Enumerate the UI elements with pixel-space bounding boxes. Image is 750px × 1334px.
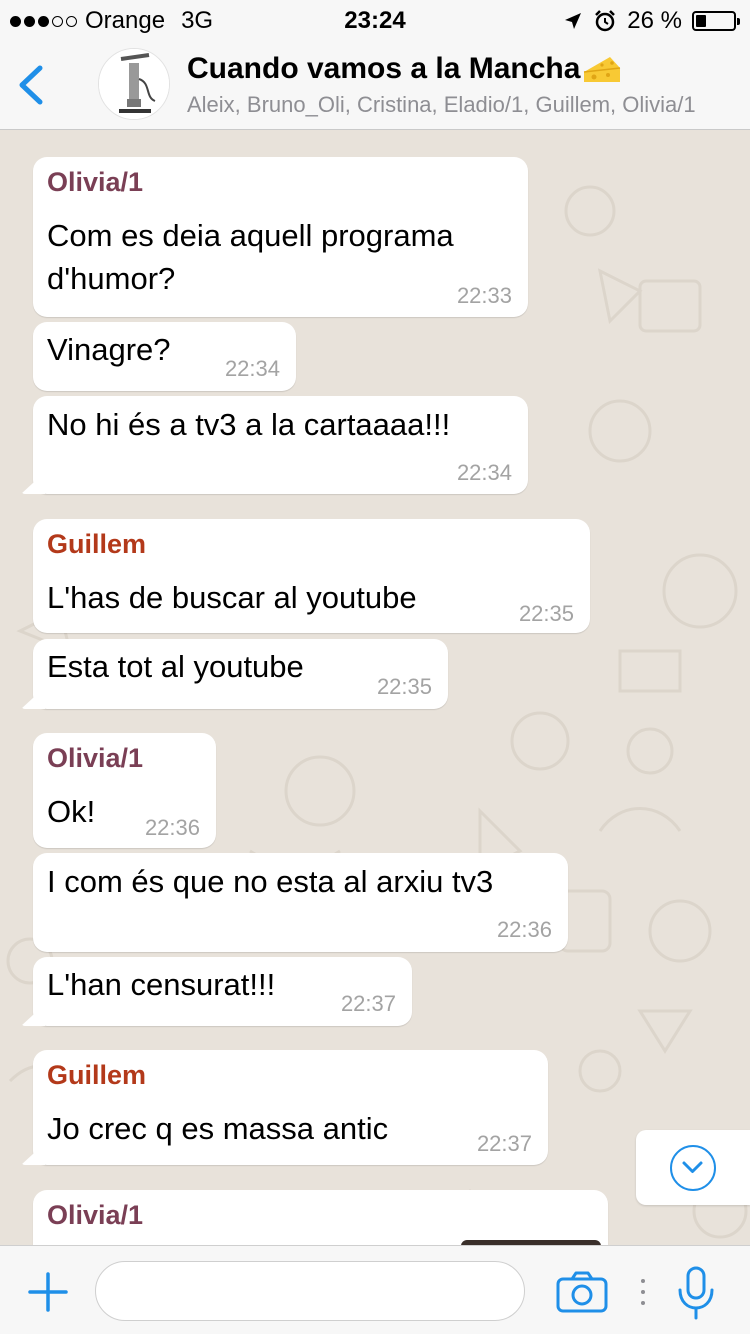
vertical-dots-separator [641,1279,645,1305]
message-time: 22:35 [376,674,432,699]
input-bar [0,1245,750,1334]
battery-percent: 26 % [627,7,682,34]
message-bubble[interactable]: Olivia/1 Ok! 22:36 [33,733,216,848]
message-text: I com és que no esta al arxiu tv3 [47,864,494,899]
message-time: 22:36 [144,815,200,840]
message-text: No hi és a tv3 a la cartaaaa!!! [47,407,451,442]
message-text: Jo crec q es massa antic [47,1111,389,1146]
sender-name: Olivia/1 [47,167,144,197]
camera-icon[interactable] [556,1271,608,1313]
alarm-clock-icon [595,10,616,32]
message-text-line: d'humor? [47,261,176,296]
message-bubble[interactable]: No hi és a tv3 a la cartaaaa!!! 22:34 [33,396,528,494]
group-avatar[interactable] [98,48,170,120]
microphone-icon[interactable] [676,1266,716,1320]
message-time: 22:34 [224,356,280,381]
sender-name: Guillem [47,1060,147,1090]
message-bubble[interactable]: L'han censurat!!! 22:37 [33,957,412,1026]
chevron-down-icon [670,1145,716,1191]
message-bubble[interactable]: Vinagre? 22:34 [33,322,296,391]
message-text: L'has de buscar al youtube [47,580,417,615]
battery-icon [692,11,740,31]
chat-participants[interactable]: Aleix, Bruno_Oli, Cristina, Eladio/1, Gu… [187,92,737,118]
scroll-to-bottom-button[interactable] [636,1130,750,1205]
message-time: 22:34 [456,460,512,485]
message-bubble[interactable]: I com és que no esta al arxiu tv3 22:36 [33,853,568,952]
sender-name: Olivia/1 [47,743,144,773]
chat-area[interactable]: Olivia/1 Com es deia aquell programa d'h… [0,131,750,1245]
message-text: L'han censurat!!! [47,967,276,1002]
message-bubble[interactable]: Guillem Jo crec q es massa antic 22:37 [33,1050,548,1165]
message-text: Ok! [47,794,96,829]
message-time: 22:37 [476,1131,532,1156]
pump-image-icon [99,49,169,119]
sender-name: Guillem [47,529,147,559]
message-bubble[interactable]: Esta tot al youtube 22:35 [33,639,448,709]
plus-icon[interactable] [28,1272,68,1312]
message-bubble[interactable]: Olivia/1 Com es deia aquell programa d'h… [33,157,528,317]
message-time: 22:33 [456,283,512,308]
message-bubble[interactable]: Olivia/1 [33,1190,608,1245]
back-chevron-icon[interactable] [14,62,48,108]
message-time: 22:36 [496,917,552,942]
message-text: Vinagre? [47,332,171,367]
status-bar: Orange 3G 23:24 26 % [0,0,750,40]
message-bubble[interactable]: Guillem L'has de buscar al youtube 22:35 [33,519,590,633]
message-input[interactable] [95,1261,525,1321]
cheese-emoji-icon [584,57,621,82]
message-time: 22:35 [518,601,574,626]
sender-name: Olivia/1 [47,1200,144,1230]
chat-header: Cuando vamos a la Mancha Aleix, Bruno_Ol… [0,40,750,130]
message-text: Esta tot al youtube [47,649,304,684]
chat-title-text: Cuando vamos a la Mancha [187,52,581,85]
location-arrow-icon [565,13,582,29]
message-time: 22:37 [340,991,396,1016]
message-text-line: Com es deia aquell programa [47,218,454,253]
chat-title[interactable]: Cuando vamos a la Mancha [187,52,622,86]
status-right: 26 % [563,7,740,35]
